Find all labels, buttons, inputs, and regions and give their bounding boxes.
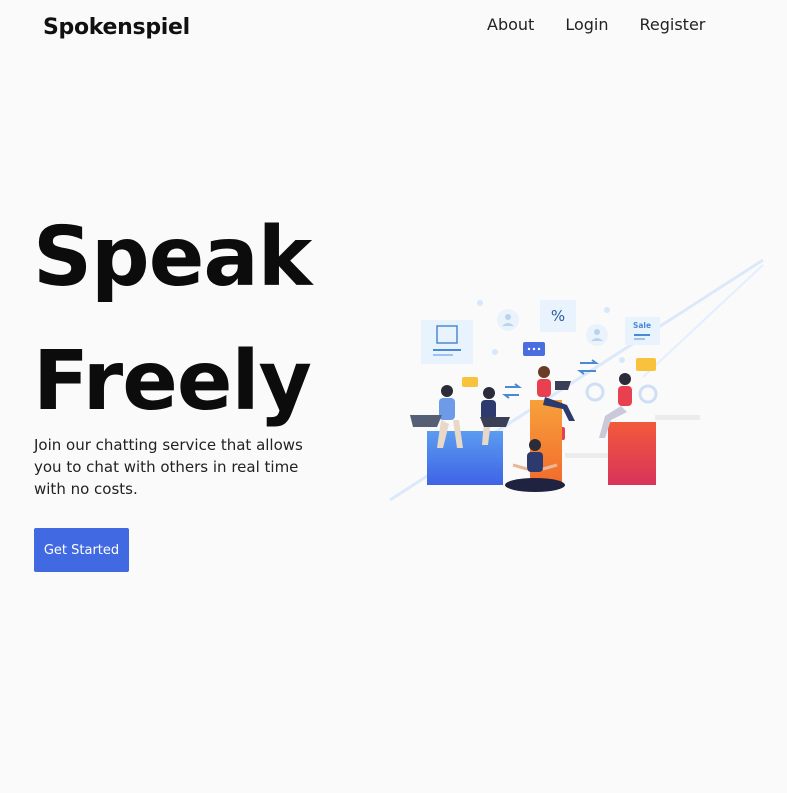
decor-bar (565, 453, 615, 458)
chat-bubble-icon (636, 358, 656, 371)
get-started-button[interactable]: Get Started (34, 528, 129, 572)
nav-link-register[interactable]: Register (639, 15, 705, 34)
sale-tag: Sale (633, 321, 651, 330)
nav-link-about[interactable]: About (487, 15, 534, 34)
heart-icon (492, 349, 498, 355)
user-avatar-icon (586, 324, 608, 346)
red-block (608, 422, 656, 485)
hero-title-line-1: Speak (33, 210, 312, 305)
top-nav: About Login Register (487, 15, 705, 34)
decor-line (642, 264, 764, 378)
hero-description: Join our chatting service that allows yo… (34, 436, 303, 498)
user-avatar-icon (497, 309, 519, 331)
chat-bubble-icon (462, 377, 478, 387)
decor-bar (655, 415, 700, 420)
screen-card-icon (421, 320, 473, 364)
sale-card-icon: Sale (625, 317, 660, 345)
heart-icon (619, 357, 625, 363)
hero-title: Speak Freely (33, 196, 312, 444)
hero-title-line-2: Freely (33, 334, 312, 429)
heart-icon (604, 307, 610, 313)
percent-card-icon: % (540, 300, 576, 332)
percent-tag: % (551, 307, 565, 325)
brand-logo[interactable]: Spokenspiel (43, 15, 190, 40)
landing-page: Spokenspiel About Login Register Speak F… (0, 0, 787, 793)
nav-link-login[interactable]: Login (565, 15, 608, 34)
heart-icon (477, 300, 483, 306)
people-chatting-illustration: % Sale (389, 258, 764, 502)
